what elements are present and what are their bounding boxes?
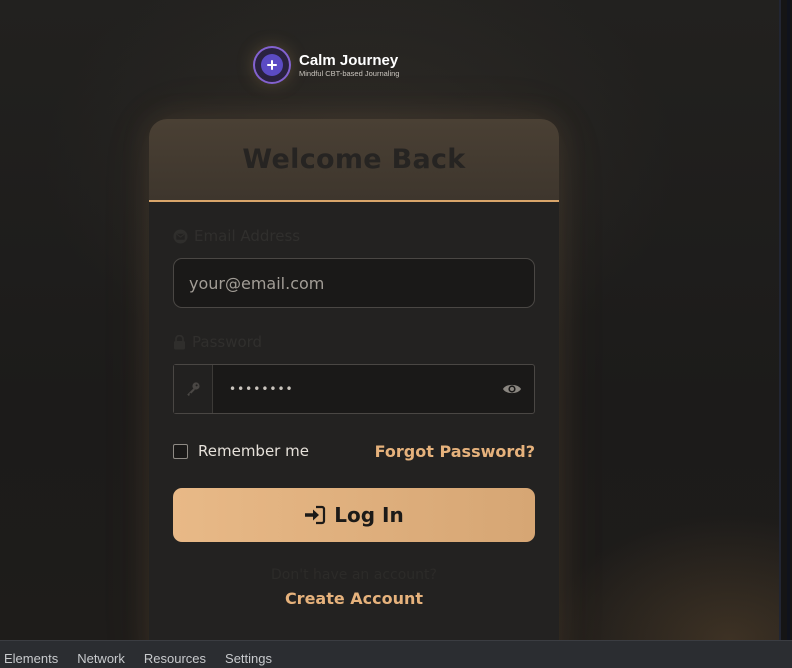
login-card: Welcome Back Email Address your@email.co… (149, 119, 559, 668)
remember-checkbox[interactable] (173, 443, 188, 459)
page-title: Welcome Back (242, 144, 466, 175)
remember-row: Remember me Forgot Password? (173, 440, 535, 462)
app-name: Calm Journey (299, 51, 399, 69)
page: Calm Journey Mindful CBT-based Journalin… (0, 0, 792, 668)
create-account-link[interactable]: Create Account (149, 589, 559, 608)
logo-badge (255, 48, 289, 82)
password-label-text: Password (192, 333, 263, 351)
email-label: Email Address (173, 227, 300, 245)
devtools-bar: Elements Network Resources Settings (0, 640, 792, 668)
email-input[interactable] (174, 259, 534, 307)
devtools-tab-elements[interactable]: Elements (0, 649, 68, 668)
eye-icon[interactable] (490, 365, 534, 413)
app-logo: Calm Journey Mindful CBT-based Journalin… (255, 48, 399, 82)
card-header: Welcome Back (149, 119, 559, 202)
sign-in-icon (304, 505, 326, 525)
envelope-icon (173, 228, 188, 244)
login-label: Log In (334, 503, 404, 527)
devtools-tab-resources[interactable]: Resources (135, 649, 216, 668)
forgot-password-link[interactable]: Forgot Password? (375, 442, 535, 461)
login-button[interactable]: Log In (173, 488, 535, 542)
logo-text: Calm Journey Mindful CBT-based Journalin… (299, 52, 399, 79)
devtools-tab-network[interactable]: Network (68, 649, 135, 668)
devtools-tab-settings[interactable]: Settings (216, 649, 282, 668)
scrollbar-track[interactable] (779, 0, 792, 640)
password-input[interactable]: •••••••• (213, 382, 490, 396)
plus-icon (261, 54, 283, 76)
remember-label[interactable]: Remember me (198, 442, 309, 460)
password-label: Password (173, 333, 262, 351)
remember-me[interactable]: Remember me (173, 442, 309, 460)
signup-prompt: Don't have an account? (271, 567, 437, 583)
scrollbar-edge (787, 0, 790, 640)
app-tagline: Mindful CBT-based Journaling (299, 68, 400, 78)
email-field[interactable] (173, 258, 535, 308)
email-label-text: Email Address (194, 227, 301, 245)
lock-icon (173, 334, 186, 350)
key-icon (174, 365, 213, 413)
password-field[interactable]: •••••••• (173, 364, 535, 414)
